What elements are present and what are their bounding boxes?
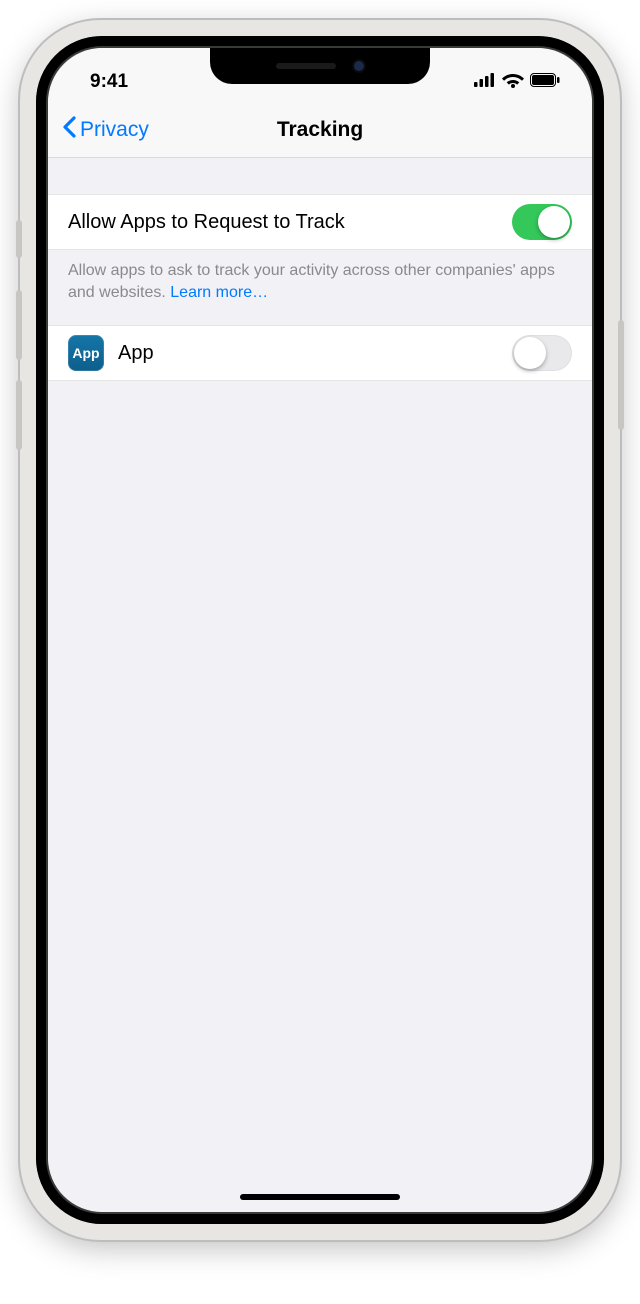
status-time: 9:41	[90, 71, 128, 93]
nav-bar: Privacy Tracking	[48, 102, 592, 158]
allow-tracking-label: Allow Apps to Request to Track	[68, 211, 512, 234]
app-tracking-row: App App	[48, 325, 592, 381]
volume-down-button	[16, 380, 22, 450]
chevron-left-icon	[62, 116, 76, 144]
wifi-icon	[502, 72, 524, 93]
battery-icon	[530, 73, 560, 92]
app-icon: App	[68, 335, 104, 371]
notch	[210, 48, 430, 84]
tracking-footer-text: Allow apps to ask to track your activity…	[68, 262, 555, 301]
allow-tracking-toggle[interactable]	[512, 204, 572, 240]
allow-tracking-row: Allow Apps to Request to Track	[48, 194, 592, 250]
power-button	[618, 320, 624, 430]
phone-frame: 9:41	[20, 20, 620, 1240]
cellular-icon	[474, 73, 496, 92]
home-indicator[interactable]	[240, 1194, 400, 1200]
app-tracking-toggle[interactable]	[512, 335, 572, 371]
back-label: Privacy	[80, 118, 149, 142]
app-name-label: App	[118, 342, 512, 365]
mute-switch	[16, 220, 22, 258]
tracking-footer: Allow apps to ask to track your activity…	[48, 250, 592, 325]
screen: 9:41	[48, 48, 592, 1212]
volume-up-button	[16, 290, 22, 360]
back-button[interactable]: Privacy	[62, 116, 149, 144]
learn-more-link[interactable]: Learn more…	[170, 284, 268, 301]
